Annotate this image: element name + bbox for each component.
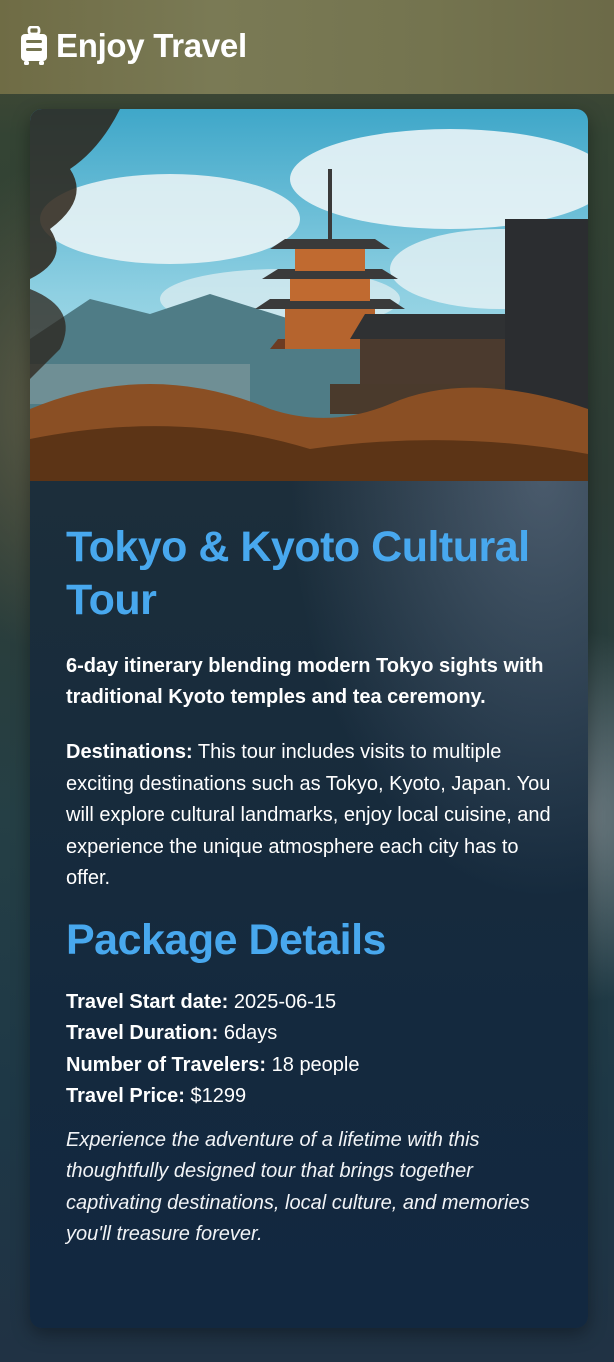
detail-travelers: Number of Travelers: 18 people: [66, 1050, 556, 1082]
detail-value: 6days: [218, 1022, 278, 1044]
tour-content: Tokyo & Kyoto Cultural Tour 6-day itiner…: [66, 521, 556, 1271]
tour-title: Tokyo & Kyoto Cultural Tour: [66, 523, 530, 624]
detail-value: 2025-06-15: [228, 990, 337, 1013]
detail-label: Travel Duration:: [66, 1022, 219, 1044]
destinations-text: This tour includes visits to multiple ex…: [66, 741, 551, 889]
kyoto-pagoda-temple-photo: [30, 109, 588, 481]
detail-price: Travel Price: $1299: [66, 1081, 556, 1113]
detail-label: Number of Travelers:: [66, 1053, 267, 1076]
tour-summary: 6-day itinerary blending modern Tokyo si…: [66, 655, 544, 708]
brand[interactable]: Enjoy Travel: [20, 26, 247, 66]
destinations-paragraph: Destinations: This tour includes visits …: [66, 737, 556, 895]
detail-value: 18 people: [266, 1053, 360, 1076]
closing-note: Experience the adventure of a lifetime w…: [66, 1128, 530, 1246]
site-header: Enjoy Travel: [0, 0, 614, 94]
luggage-icon: [21, 26, 47, 65]
detail-label: Travel Price:: [66, 1085, 185, 1107]
package-details-heading: Package Details: [66, 915, 386, 964]
brand-title: Enjoy Travel: [56, 27, 247, 64]
detail-value: $1299: [184, 1085, 247, 1107]
detail-label: Travel Start date:: [66, 990, 229, 1013]
detail-duration: Travel Duration: 6days: [66, 1018, 556, 1050]
tour-card: Tokyo & Kyoto Cultural Tour 6-day itiner…: [30, 109, 588, 1328]
destinations-label: Destinations:: [66, 741, 193, 763]
detail-start-date: Travel Start date: 2025-06-15: [66, 987, 556, 1019]
